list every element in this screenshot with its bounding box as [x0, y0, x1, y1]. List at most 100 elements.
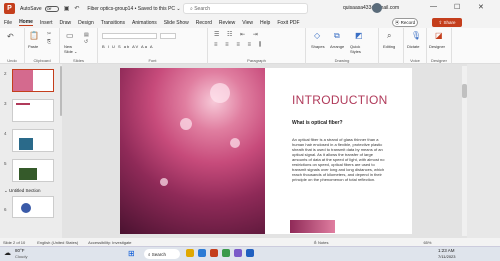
shapes-label: Shapes [311, 44, 325, 49]
slide-thumbnail-6[interactable] [12, 196, 54, 218]
copy-icon[interactable]: ⎘ [47, 39, 51, 45]
notes-button[interactable]: ≜ Notes [314, 240, 329, 245]
editing-icon[interactable]: ⌕ [387, 31, 391, 41]
save-icon[interactable]: ▣ [64, 5, 70, 12]
slide-decoration-bar [290, 220, 335, 233]
taskbar-search[interactable]: ⌕ Search [144, 249, 180, 259]
tab-transitions[interactable]: Transitions [101, 20, 125, 26]
app-icon[interactable] [234, 249, 242, 257]
paste-icon[interactable]: 📋 [29, 31, 39, 40]
new-slide-icon[interactable]: ▭ [66, 31, 74, 40]
autosave-toggle[interactable]: Off [44, 5, 59, 12]
editing-label: Editing [383, 44, 396, 49]
designer-icon[interactable]: ◪ [435, 31, 443, 40]
avatar[interactable] [372, 3, 382, 13]
undo-icon[interactable]: ↶ [7, 32, 14, 41]
tab-design[interactable]: Design [78, 20, 94, 26]
clock-time[interactable]: 1:23 AM [438, 248, 455, 253]
layout-icon[interactable]: ▤ [84, 32, 89, 38]
slide-thumbnail-5[interactable] [12, 159, 54, 182]
record-button[interactable]: ⦿ Record [392, 18, 418, 27]
clock-date[interactable]: 7/11/2023 [438, 254, 456, 259]
search-input[interactable]: ⌕ Search [183, 3, 308, 14]
ribbon-group-voice: 🎙 Dictate Voice [404, 28, 427, 64]
new-slide-label: New Slide ⌄ [64, 44, 78, 54]
maximize-button[interactable]: ☐ [454, 3, 460, 11]
font-size-select[interactable] [160, 33, 176, 39]
menu-bar: File Home Insert Draw Design Transitions… [0, 17, 500, 28]
slide-thumbnail-4[interactable] [12, 129, 54, 152]
align-icon[interactable]: ≡ ≡ ≡ ≡ ⫼ [214, 42, 264, 49]
fiber-optics-image[interactable] [120, 68, 265, 234]
slide-thumbnails-pane: 2 3 4 5 ⌄ Untitled Section 6 [0, 64, 62, 238]
list-icon[interactable]: ☰ ☷ ⇤ ⇥ [214, 31, 261, 38]
document-title[interactable]: Fiber optics-group14 • Saved to this PC … [87, 6, 180, 12]
tab-slide-show[interactable]: Slide Show [164, 20, 189, 26]
reset-icon[interactable]: ↺ [84, 39, 88, 45]
tab-review[interactable]: Review [219, 20, 235, 26]
ribbon-group-designer: ◪ Designer Designer [427, 28, 452, 64]
weather-desc[interactable]: Cloudy [15, 254, 27, 259]
font-format-buttons[interactable]: B I U S ab AV Aa A [102, 44, 154, 49]
tab-home[interactable]: Home [19, 19, 33, 26]
quick-styles-icon[interactable]: ◩ [355, 31, 363, 40]
minimize-button[interactable]: — [430, 3, 437, 10]
group-label-clipboard: Clipboard [33, 58, 51, 63]
slide-counter: Slide 2 of 10 [3, 239, 26, 245]
thumb-number-5: 5 [4, 161, 7, 166]
quick-styles-label: Quick Styles [350, 44, 361, 54]
windows-start-icon[interactable]: ⊞ [128, 249, 135, 258]
editor-scrollbar-thumb[interactable] [462, 84, 467, 98]
undo-quick-icon[interactable]: ↶ [74, 5, 79, 12]
group-label-designer: Designer [430, 58, 447, 63]
tab-view[interactable]: View [242, 20, 253, 26]
group-label-font: Font [148, 58, 157, 63]
chrome-icon[interactable] [222, 249, 230, 257]
accessibility-indicator[interactable]: Accessibility: Investigate [88, 240, 131, 245]
close-button[interactable]: ✕ [478, 3, 484, 11]
autosave-state: Off [46, 6, 52, 11]
thumb-number-6: 6 [4, 207, 7, 212]
slide-thumbnail-2[interactable] [12, 69, 54, 92]
weather-temp[interactable]: 80°F [15, 248, 25, 253]
arrange-label: Arrange [330, 44, 345, 49]
tab-draw[interactable]: Draw [59, 20, 71, 26]
slide-subtitle[interactable]: What is optical fiber? [292, 120, 343, 126]
edge-icon[interactable] [198, 249, 206, 257]
autosave-label: AutoSave [20, 5, 42, 12]
cut-icon[interactable]: ✂ [47, 31, 51, 37]
tab-file[interactable]: File [4, 20, 12, 26]
slide-body-text[interactable]: An optical fiber is a strand of glass th… [292, 137, 387, 182]
powerpoint-taskbar-icon[interactable] [210, 249, 218, 257]
arrange-icon[interactable]: ⧉ [334, 31, 340, 41]
thumb-number-2: 2 [4, 71, 7, 76]
ribbon: ↶ Undo 📋 Paste ✂ ⎘ Clipboard ▭ New Slide… [0, 28, 500, 64]
powerpoint-logo-icon: P [4, 3, 15, 14]
ribbon-group-slides: ▭ New Slide ⌄ ▤ ↺ Slides [60, 28, 98, 64]
weather-icon[interactable]: ☁ [4, 249, 11, 257]
section-label[interactable]: ⌄ Untitled Section [4, 188, 41, 194]
tab-foxit-pdf[interactable]: Foxit PDF [277, 20, 299, 26]
slide-thumbnail-3[interactable] [12, 99, 54, 122]
tab-animations[interactable]: Animations [132, 20, 157, 26]
zoom-level[interactable]: 65% [423, 240, 431, 245]
ribbon-group-editing: ⌕ Editing [379, 28, 404, 64]
ribbon-group-drawing: ◇ Shapes ⧉ Arrange ◩ Quick Styles Drawin… [306, 28, 379, 64]
word-icon[interactable] [246, 249, 254, 257]
dictate-label: Dictate [407, 44, 420, 49]
tab-record[interactable]: Record [196, 20, 212, 26]
font-family-select[interactable] [102, 33, 157, 39]
slide-title[interactable]: INTRODUCTION [292, 93, 388, 107]
group-label-drawing: Drawing [334, 58, 350, 63]
shapes-icon[interactable]: ◇ [314, 31, 320, 40]
microphone-icon[interactable]: 🎙 [411, 31, 421, 40]
tab-insert[interactable]: Insert [40, 20, 53, 26]
file-explorer-icon[interactable] [186, 249, 194, 257]
ribbon-group-font: B I U S ab AV Aa A Font [98, 28, 208, 64]
group-label-undo: Undo [7, 58, 17, 63]
tab-help[interactable]: Help [260, 20, 270, 26]
share-button[interactable]: ⇪ Share [432, 18, 462, 27]
group-label-slides: Slides [73, 58, 84, 63]
language-indicator[interactable]: English (United States) [37, 240, 78, 245]
ribbon-group-undo: ↶ Undo [0, 28, 25, 64]
